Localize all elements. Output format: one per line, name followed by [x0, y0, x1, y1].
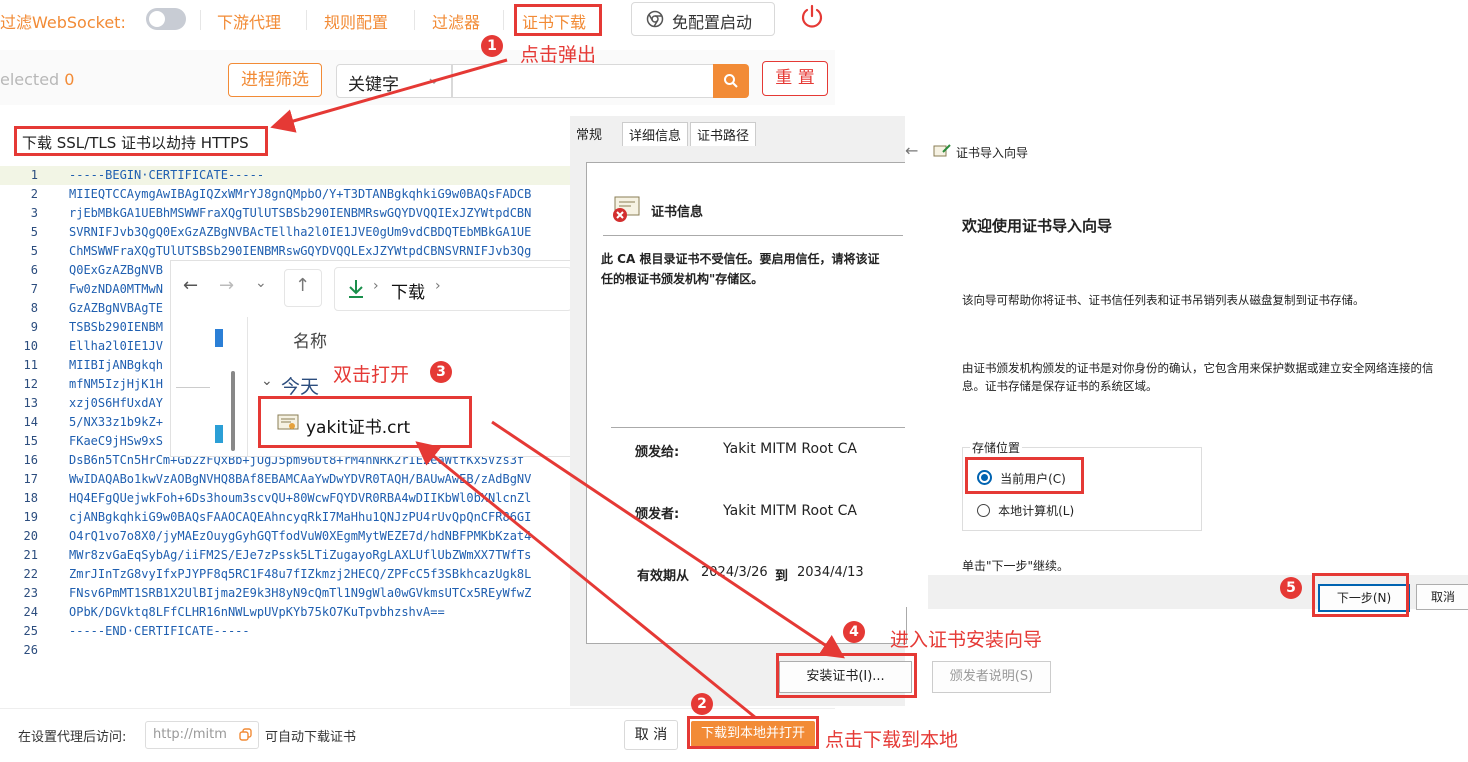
annotation-click-popup: 点击弹出	[520, 44, 597, 66]
step-number: 2	[691, 693, 713, 715]
arrow-to-panel	[270, 58, 508, 133]
step-number: 4	[843, 621, 865, 643]
step-number: 1	[481, 35, 503, 57]
annotation-enter-wizard: 进入证书安装向导	[890, 629, 1043, 651]
annotation-arrows	[270, 58, 845, 720]
annotation-double-click: 双击打开	[333, 364, 410, 386]
step-number: 3	[430, 361, 452, 383]
step-number: 5	[1280, 577, 1302, 599]
arrow-to-install	[491, 420, 845, 659]
annotation-download-local: 点击下载到本地	[825, 729, 959, 751]
